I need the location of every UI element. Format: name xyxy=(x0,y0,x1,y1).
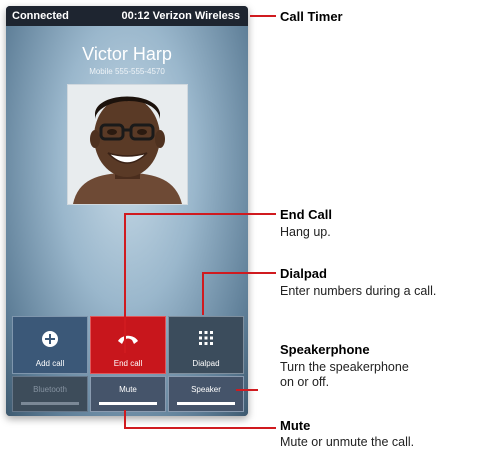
speaker-label: Speaker xyxy=(191,385,221,394)
caller-number: Mobile 555-555-4570 xyxy=(89,67,165,76)
end-call-annotation-text: Hang up. xyxy=(280,225,331,239)
dialpad-annotation-text: Enter numbers during a call. xyxy=(280,284,437,298)
dialpad-button[interactable]: Dialpad xyxy=(168,316,244,374)
mute-callout-v xyxy=(124,410,126,428)
hang-up-icon xyxy=(117,332,139,348)
call-timer-annotation-title: Call Timer xyxy=(280,9,343,24)
bluetooth-indicator xyxy=(21,402,79,405)
call-timer: 00:12 Verizon Wireless xyxy=(121,10,240,22)
end-call-annotation-title: End Call xyxy=(280,207,333,222)
end-call-callout-h xyxy=(125,213,276,215)
mute-annotation-title: Mute xyxy=(280,418,311,433)
mute-button[interactable]: Mute xyxy=(90,376,166,412)
dialpad-callout-v xyxy=(202,272,204,315)
phone-frame: Connected 00:12 Verizon Wireless Victor … xyxy=(6,6,248,416)
end-call-button[interactable]: End call xyxy=(90,316,166,374)
add-icon xyxy=(41,330,59,350)
dialpad-callout-h xyxy=(203,272,276,274)
speaker-button[interactable]: Speaker xyxy=(168,376,244,412)
speakerphone-annotation-title: Speakerphone xyxy=(280,342,370,357)
mute-label: Mute xyxy=(119,385,137,394)
mute-callout-h xyxy=(124,427,276,429)
dialpad-label: Dialpad xyxy=(192,359,220,368)
call-status: Connected xyxy=(12,10,69,22)
end-call-label: End call xyxy=(113,359,143,368)
speakerphone-annotation-text-1: Turn the speakerphone xyxy=(280,360,409,374)
speaker-callout xyxy=(236,389,258,391)
speakerphone-annotation-text-2: on or off. xyxy=(280,375,330,389)
dialpad-icon xyxy=(198,330,214,348)
bluetooth-label: Bluetooth xyxy=(33,385,67,394)
mute-indicator xyxy=(99,402,157,405)
bluetooth-button[interactable]: Bluetooth xyxy=(12,376,88,412)
status-bar: Connected 00:12 Verizon Wireless xyxy=(6,6,248,26)
caller-name: Victor Harp xyxy=(82,44,172,64)
mute-annotation-text: Mute or unmute the call. xyxy=(280,435,415,449)
speaker-indicator xyxy=(177,402,235,405)
end-call-callout-v xyxy=(124,213,126,353)
caller-photo xyxy=(67,84,188,205)
add-call-button[interactable]: Add call xyxy=(12,316,88,374)
call-screen: Victor Harp Mobile 555-555-4570 Add call… xyxy=(6,26,248,416)
dialpad-annotation-title: Dialpad xyxy=(280,266,327,281)
call-timer-callout xyxy=(250,15,276,17)
add-call-label: Add call xyxy=(35,359,65,368)
